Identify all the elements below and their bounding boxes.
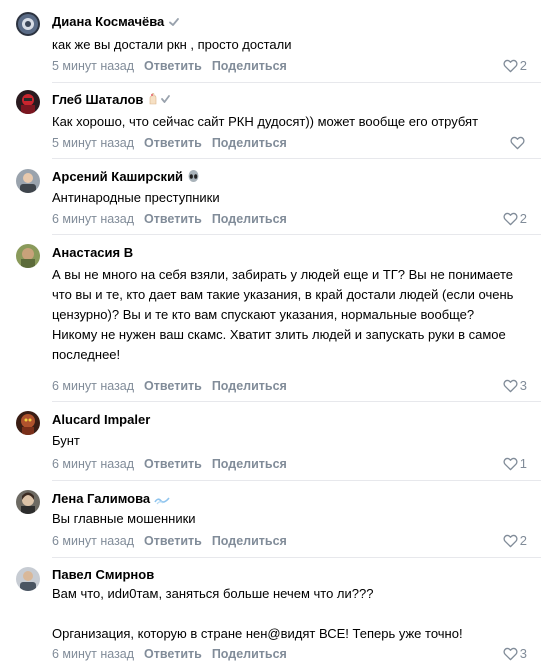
comment-author[interactable]: Глеб Шаталов — [52, 92, 143, 107]
like-count: 1 — [519, 456, 527, 471]
reply-button[interactable]: Ответить — [144, 212, 202, 226]
comment-text: как же вы достали ркн , просто достали — [52, 37, 292, 52]
heart-icon — [503, 457, 518, 471]
comment-text: Вы главные мошенники — [52, 511, 196, 526]
comment-author[interactable]: Анастасия В — [52, 245, 133, 260]
like-count: 3 — [519, 646, 527, 661]
comment-time[interactable]: 5 минут назад — [52, 59, 134, 73]
heart-icon — [503, 534, 518, 548]
hand-emoji-icon — [147, 92, 173, 110]
comment-time[interactable]: 6 минут назад — [52, 379, 134, 393]
reply-button[interactable]: Ответить — [144, 534, 202, 548]
comment-divider — [52, 82, 541, 83]
comment-author[interactable]: Павел Смирнов — [52, 567, 154, 582]
share-button[interactable]: Поделиться — [212, 647, 287, 661]
share-button[interactable]: Поделиться — [212, 59, 287, 73]
comment-text: Вам что, иdи0там, заняться больше нечем … — [52, 586, 463, 641]
like-count: 2 — [519, 211, 527, 226]
reply-button[interactable]: Ответить — [144, 136, 202, 150]
comments-list: Диана Космачёва как же вы достали ркн , п… — [0, 0, 541, 663]
comment-text: Антинародные преступники — [52, 190, 220, 205]
like-button[interactable]: 2 — [503, 58, 527, 74]
alien-emoji-icon — [187, 170, 200, 187]
like-button[interactable]: 2 — [503, 533, 527, 549]
comment-divider — [52, 557, 541, 558]
share-button[interactable]: Поделиться — [212, 379, 287, 393]
avatar[interactable] — [16, 244, 40, 268]
heart-icon — [503, 379, 518, 393]
heart-icon — [503, 212, 518, 226]
like-button[interactable]: 3 — [503, 378, 527, 394]
comment-time[interactable]: 6 минут назад — [52, 212, 134, 226]
like-button[interactable] — [510, 135, 527, 151]
avatar[interactable] — [16, 12, 40, 36]
comment-divider — [52, 480, 541, 481]
reply-button[interactable]: Ответить — [144, 379, 202, 393]
comment-text: А вы не много на себя взяли, забирать у … — [52, 267, 514, 362]
like-count: 2 — [519, 58, 527, 73]
avatar[interactable] — [16, 90, 40, 114]
share-button[interactable]: Поделиться — [212, 534, 287, 548]
comment-time[interactable]: 5 минут назад — [52, 136, 134, 150]
comment-author[interactable]: Лена Галимова — [52, 491, 150, 506]
share-button[interactable]: Поделиться — [212, 457, 287, 471]
comment-text: Как хорошо, что сейчас сайт РКН дудосят)… — [52, 114, 479, 129]
heart-icon — [503, 647, 518, 661]
like-button[interactable]: 3 — [503, 646, 527, 662]
avatar[interactable] — [16, 567, 40, 591]
comment-author[interactable]: Alucard Impaler — [52, 412, 150, 427]
reply-button[interactable]: Ответить — [144, 59, 202, 73]
heart-icon — [510, 136, 525, 150]
verified-check-icon — [168, 16, 180, 32]
like-count: 3 — [519, 378, 527, 393]
avatar[interactable] — [16, 169, 40, 193]
comment-author[interactable]: Арсений Каширский — [52, 169, 183, 184]
comment-time[interactable]: 6 минут назад — [52, 534, 134, 548]
reply-button[interactable]: Ответить — [144, 457, 202, 471]
like-button[interactable]: 2 — [503, 211, 527, 227]
wave-emoji-icon — [154, 493, 170, 509]
comment-author[interactable]: Диана Космачёва — [52, 14, 164, 29]
share-button[interactable]: Поделиться — [212, 136, 287, 150]
share-button[interactable]: Поделиться — [212, 212, 287, 226]
avatar[interactable] — [16, 411, 40, 435]
comment-divider — [52, 401, 541, 402]
heart-icon — [503, 59, 518, 73]
comment-text: Бунт — [52, 433, 80, 448]
reply-button[interactable]: Ответить — [144, 647, 202, 661]
like-button[interactable]: 1 — [503, 456, 527, 472]
comment-time[interactable]: 6 минут назад — [52, 457, 134, 471]
avatar[interactable] — [16, 490, 40, 514]
comment-time[interactable]: 6 минут назад — [52, 647, 134, 661]
comment-divider — [52, 234, 541, 235]
like-count: 2 — [519, 533, 527, 548]
comment-divider — [52, 158, 541, 159]
